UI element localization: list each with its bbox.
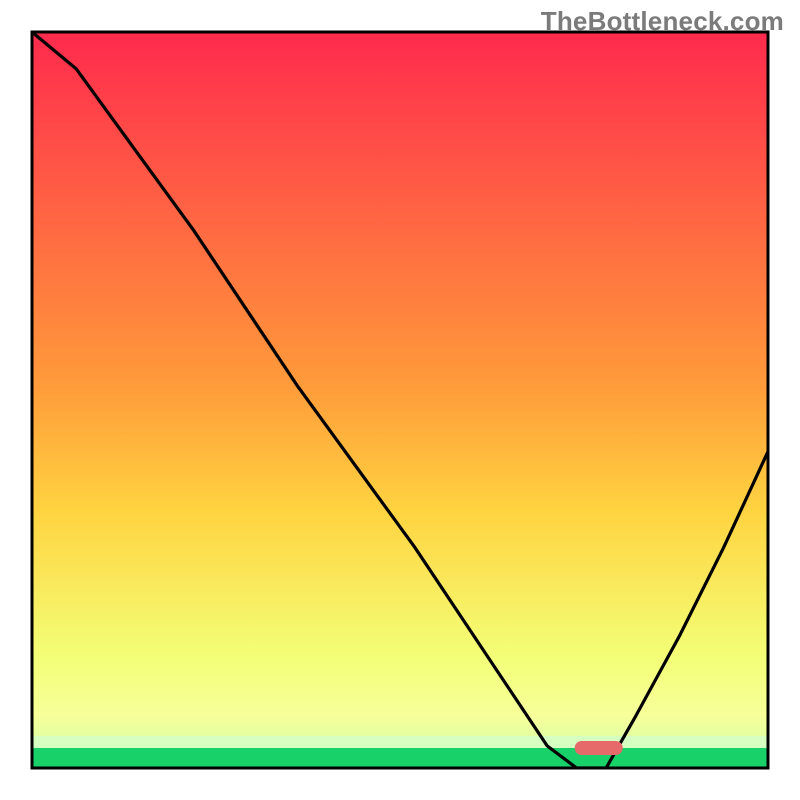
bottleneck-chart [0, 0, 800, 800]
plot-background [32, 32, 768, 768]
chart-container: TheBottleneck.com [0, 0, 800, 800]
green-baseline [32, 748, 768, 768]
pale-band [32, 736, 768, 748]
watermark-text: TheBottleneck.com [541, 6, 784, 37]
optimum-marker [575, 741, 623, 755]
